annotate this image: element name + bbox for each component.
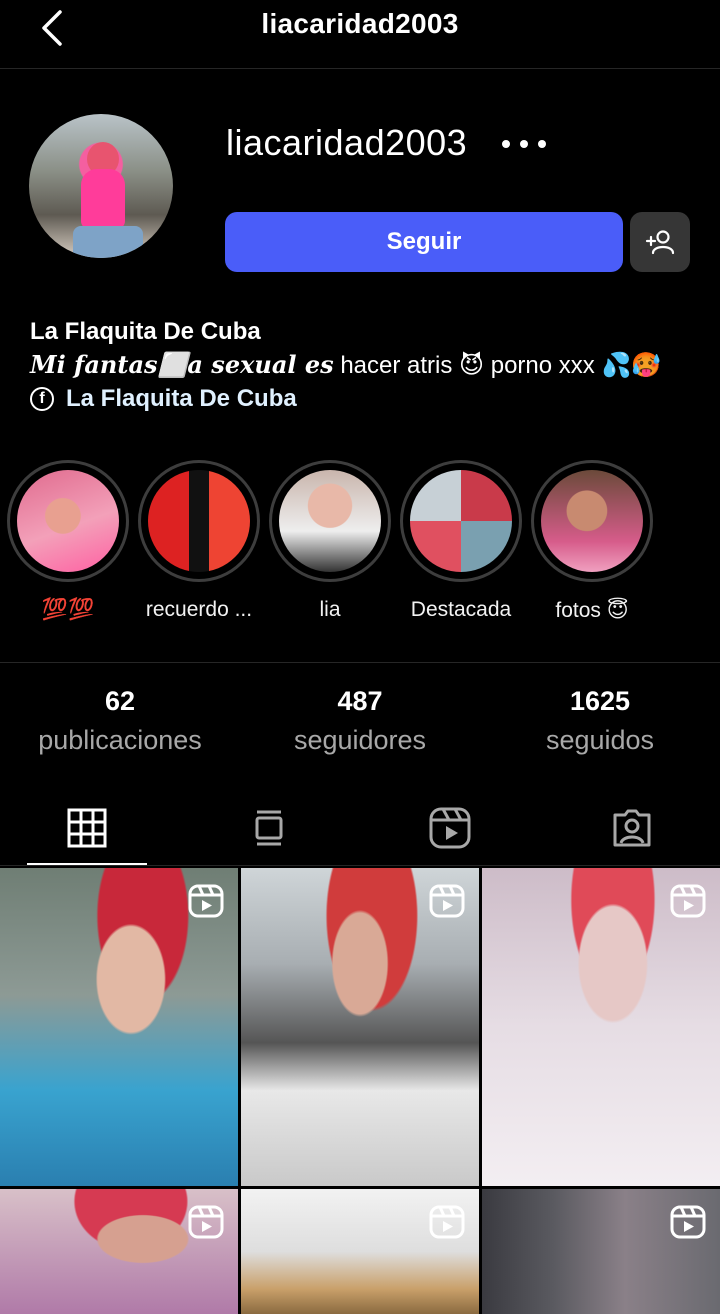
facebook-icon: f: [30, 387, 54, 411]
post-thumbnail[interactable]: [0, 868, 238, 1186]
profile-username: liacaridad2003: [226, 122, 468, 163]
stat-value: 1625: [569, 686, 631, 716]
reel-badge-icon: [670, 884, 706, 918]
follow-button[interactable]: Seguir: [225, 212, 623, 272]
post-thumbnail[interactable]: [241, 1189, 479, 1314]
stat-label: publicaciones: [38, 725, 202, 755]
tab-reels[interactable]: [390, 790, 510, 866]
bio-italic-text: Mi fantas⬜a sexual es: [30, 350, 334, 379]
stat-posts: 62 publicaciones: [0, 686, 240, 756]
profile-avatar[interactable]: [29, 114, 173, 258]
highlight-label: fotos 😇: [555, 599, 629, 622]
section-divider: [0, 662, 720, 663]
top-bar: liacaridad2003: [0, 0, 720, 69]
stat-value: 62: [104, 686, 136, 716]
highlight-thumbnail: [279, 470, 381, 572]
stat-label: seguidos: [545, 725, 655, 755]
add-user-icon: [645, 230, 675, 255]
highlight-thumbnail: [410, 470, 512, 572]
highlight-item[interactable]: 💯💯: [3, 460, 133, 622]
suggested-users-button[interactable]: [630, 212, 690, 272]
stat-value: 487: [337, 686, 383, 716]
tagged-icon: [613, 809, 651, 847]
feed-icon: [255, 810, 283, 846]
highlight-thumbnail: [541, 470, 643, 572]
highlight-thumbnail: [148, 470, 250, 572]
reel-badge-icon: [188, 1205, 224, 1239]
profile-stats: 62 publicaciones 487 seguidores 1625 seg…: [0, 686, 720, 766]
highlight-label: recuerdo ...: [145, 598, 253, 621]
stat-followers[interactable]: 487 seguidores: [240, 686, 480, 756]
profile-tabs: [0, 790, 720, 866]
reel-badge-icon: [670, 1205, 706, 1239]
profile-display-name: La Flaquita De Cuba: [30, 318, 261, 345]
highlight-item[interactable]: fotos 😇: [527, 460, 657, 623]
tabs-divider: [0, 865, 720, 866]
reel-badge-icon: [188, 884, 224, 918]
post-thumbnail[interactable]: [482, 868, 720, 1186]
highlight-thumbnail: [17, 470, 119, 572]
stat-label: seguidores: [293, 725, 427, 755]
tab-tagged[interactable]: [572, 790, 692, 866]
profile-bio: Mi fantas⬜a sexual es hacer atris 😈 porn…: [30, 350, 661, 380]
post-thumbnail[interactable]: [0, 1189, 238, 1314]
story-highlights: 💯💯 recuerdo ... lia Destacada fotos 😇: [0, 460, 720, 623]
facebook-link[interactable]: f La Flaquita De Cuba: [30, 385, 297, 413]
highlight-label: lia: [319, 598, 341, 621]
posts-grid: [0, 868, 720, 1314]
tab-grid[interactable]: [27, 790, 147, 866]
highlight-item[interactable]: lia: [265, 460, 395, 622]
grid-icon: [67, 808, 107, 848]
facebook-link-label: La Flaquita De Cuba: [66, 385, 297, 412]
highlight-label: 💯💯: [41, 598, 95, 621]
stat-following[interactable]: 1625 seguidos: [480, 686, 720, 756]
reels-icon: [429, 807, 471, 849]
highlight-item[interactable]: recuerdo ...: [134, 460, 264, 622]
more-options-icon[interactable]: [498, 128, 550, 160]
tab-feed[interactable]: [209, 790, 329, 866]
post-thumbnail[interactable]: [482, 1189, 720, 1314]
page-title: liacaridad2003: [261, 8, 459, 39]
reel-badge-icon: [429, 884, 465, 918]
highlight-label: Destacada: [410, 598, 512, 621]
post-thumbnail[interactable]: [241, 868, 479, 1186]
bio-text-rest: hacer atris 😈 porno xxx 💦🥵: [333, 352, 662, 379]
highlight-item[interactable]: Destacada: [396, 460, 526, 622]
reel-badge-icon: [429, 1205, 465, 1239]
